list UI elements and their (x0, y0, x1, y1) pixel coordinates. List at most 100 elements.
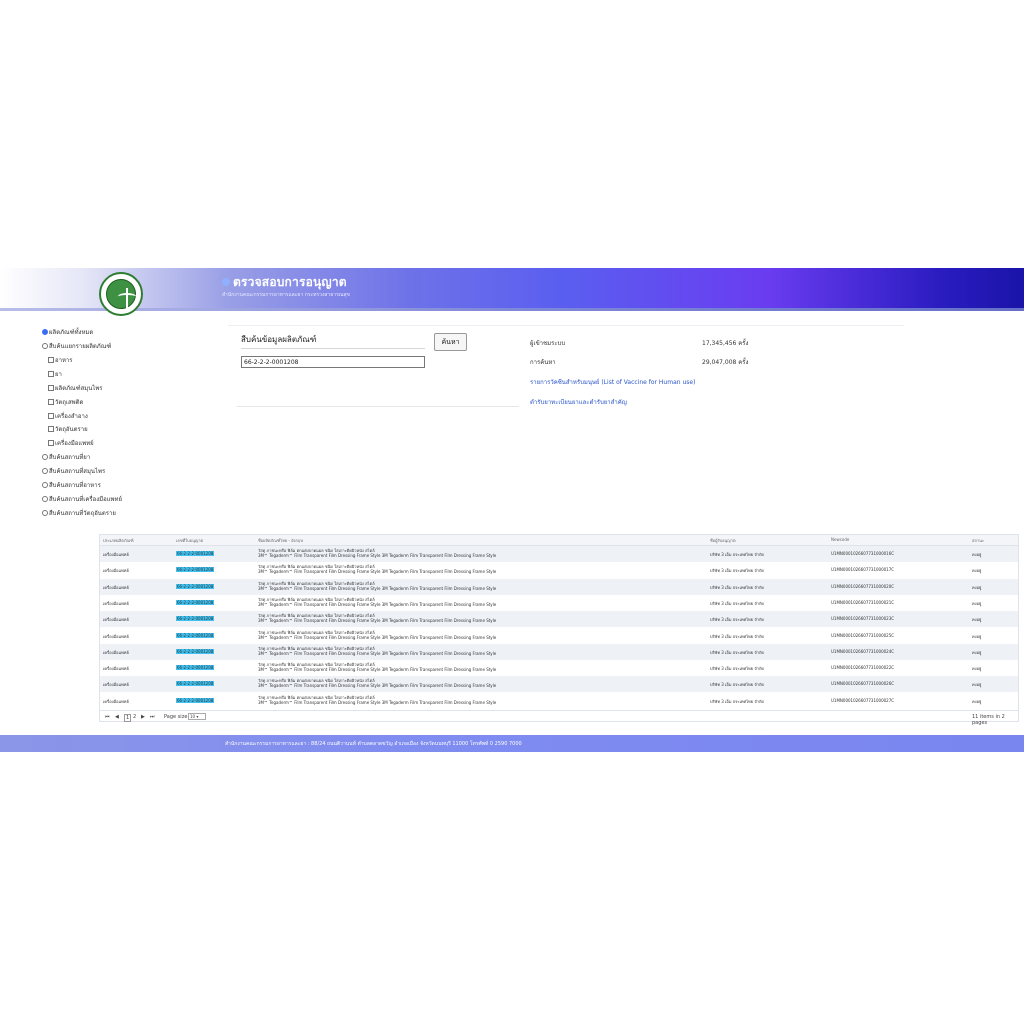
cell-status: คงอยู่ (972, 617, 982, 623)
sidebar-item-hazardous[interactable]: วัตถุอันตราย (48, 424, 88, 434)
sidebar-item-cosmetic[interactable]: เครื่องสำอาง (48, 411, 88, 421)
table-row[interactable]: เครื่องมือแพทย์ 66-2-2-2-0001208 วัสดุ ภาช… (100, 611, 1018, 628)
content-divider (228, 325, 904, 326)
cell-newcode: U1MN0001026607731000021C (831, 599, 895, 605)
cell-type: เครื่องมือแพทย์ (103, 698, 129, 704)
sidebar-item-device-place[interactable]: สืบค้นสถานที่เครื่องมือแพทย์ (42, 494, 122, 504)
cell-status: คงอยู่ (972, 568, 982, 574)
cell-type: เครื่องมือแพทย์ (103, 600, 129, 606)
table-row[interactable]: เครื่องมือแพทย์ 66-2-2-2-0001208 วัสดุ ภาช… (100, 693, 1018, 709)
cell-newcode: U1MN0001026607731000022C (831, 665, 895, 671)
page-title: ตรวจสอบการอนุญาต (233, 275, 347, 289)
table-row[interactable]: เครื่องมือแพทย์ 66-2-2-2-0001208 วัสดุ ภาช… (100, 546, 1018, 562)
cell-status: คงอยู่ (972, 682, 982, 688)
sidebar-item-food-place[interactable]: สืบค้นสถานที่อาหาร (42, 480, 101, 490)
header-license-no[interactable]: เลขที่ใบอนุญาต (176, 537, 203, 544)
table-row[interactable]: เครื่องมือแพทย์ 66-2-2-2-0001208 วัสดุ ภาช… (100, 660, 1018, 676)
cell-status: คงอยู่ (972, 666, 982, 672)
table-row[interactable]: เครื่องมือแพทย์ 66-2-2-2-0001208 วัสดุ ภาช… (100, 562, 1018, 578)
cell-holder: บริษัท 3 เอ็ม ประเทศไทย จำกัด (710, 600, 764, 606)
search-divider (237, 406, 519, 407)
cell-type: เครื่องมือแพทย์ (103, 584, 129, 590)
cell-holder: บริษัท 3 เอ็ม ประเทศไทย จำกัด (710, 568, 764, 574)
results-table: ประเภทผลิตภัณฑ์ เลขที่ใบอนุญาต ชื่อผลิตภ… (99, 534, 1019, 726)
checkbox-icon (48, 426, 54, 432)
sidebar-item-medical-device[interactable]: เครื่องมือแพทย์ (48, 438, 94, 448)
sidebar-item-narcotic[interactable]: วัตถุเสพติด (48, 397, 83, 407)
cell-license: 66-2-2-2-0001208 (176, 599, 215, 605)
checkbox-icon (48, 399, 54, 405)
header-holder[interactable]: ชื่อผู้รับอนุญาต (710, 537, 736, 544)
cell-status: คงอยู่ (972, 649, 982, 655)
next-page-icon[interactable]: ▶ (141, 714, 145, 720)
header-product-name[interactable]: ชื่อผลิตภัณฑ์ไทย - อังกฤษ (258, 537, 303, 544)
page-size-select[interactable]: 10 ▾ (188, 713, 206, 720)
radio-icon (42, 496, 48, 502)
cell-holder: บริษัท 3 เอ็ม ประเทศไทย จำกัด (710, 666, 764, 672)
cell-name-en: 3M™ Tegaderm™ Film Transparent Film Dres… (258, 683, 497, 689)
radio-icon (42, 454, 48, 460)
cell-name-en: 3M™ Tegaderm™ Film Transparent Film Dres… (258, 601, 497, 607)
cell-status: คงอยู่ (972, 698, 982, 704)
page-subtitle: สำนักงานคณะกรรมการอาหารและยา กระทรวงสาธา… (222, 292, 350, 298)
checkbox-icon (48, 371, 54, 377)
table-row[interactable]: เครื่องมือแพทย์ 66-2-2-2-0001208 วัสดุ ภาช… (100, 595, 1018, 611)
header-newcode[interactable]: Newcode (831, 537, 849, 542)
cell-type: เครื่องมือแพทย์ (103, 682, 129, 688)
table-header: ประเภทผลิตภัณฑ์ เลขที่ใบอนุญาต ชื่อผลิตภ… (100, 535, 1018, 546)
cell-name-en: 3M™ Tegaderm™ Film Transparent Film Dres… (258, 667, 497, 673)
searches-value: 29,047,008 ครั้ง (702, 359, 749, 366)
prev-page-icon[interactable]: ◀ (115, 714, 119, 720)
page-1[interactable]: 1 (124, 714, 132, 722)
cell-newcode: U1MN0001026607731000017C (831, 567, 895, 573)
sidebar-item-hazardous-place[interactable]: สืบค้นสถานที่วัตถุอันตราย (42, 508, 116, 518)
cell-type: เครื่องมือแพทย์ (103, 568, 129, 574)
cell-holder: บริษัท 3 เอ็ม ประเทศไทย จำกัด (710, 698, 764, 704)
checkbox-icon (48, 440, 54, 446)
searches-label: การค้นหา (530, 359, 556, 366)
vaccine-list-link[interactable]: รายการวัคซีนสำหรับมนุษย์ (List of Vaccin… (530, 377, 695, 387)
last-page-icon[interactable]: ⏭ (150, 714, 155, 720)
search-input[interactable] (241, 356, 425, 368)
footer: สำนักงานคณะกรรมการอาหารและยา : 88/24 ถนน… (0, 735, 1024, 752)
table-row[interactable]: เครื่องมือแพทย์ 66-2-2-2-0001208 วัสดุ ภาช… (100, 676, 1018, 693)
visitors-label: ผู้เข้าชมระบบ (530, 340, 566, 347)
checkbox-icon (48, 385, 54, 391)
cell-newcode: U1MN0001026607731000026C (831, 681, 895, 687)
table-row[interactable]: เครื่องมือแพทย์ 66-2-2-2-0001208 วัสดุ ภาช… (100, 578, 1018, 595)
header-divider (0, 308, 1024, 311)
sidebar-item-herbal-place[interactable]: สืบค้นสถานที่สมุนไพร (42, 466, 105, 476)
cell-holder: บริษัท 3 เอ็ม ประเทศไทย จำกัด (710, 682, 764, 688)
cell-status: คงอยู่ (972, 552, 982, 557)
cell-holder: บริษัท 3 เอ็ม ประเทศไทย จำกัด (710, 649, 764, 655)
radio-icon (42, 468, 48, 474)
cell-license: 66-2-2-2-0001208 (176, 681, 215, 687)
sidebar-item-herbal[interactable]: ผลิตภัณฑ์สมุนไพร (48, 383, 103, 393)
footer-address: สำนักงานคณะกรรมการอาหารและยา : 88/24 ถนน… (225, 741, 522, 747)
first-page-icon[interactable]: ⏮ (105, 714, 110, 720)
drug-registry-link[interactable]: ตำรับยาทะเบียนยาและตำรับยาสำคัญ (530, 397, 627, 407)
cell-status: คงอยู่ (972, 600, 982, 606)
table-row[interactable]: เครื่องมือแพทย์ 66-2-2-2-0001208 วัสดุ ภาช… (100, 643, 1018, 660)
search-label-underline (241, 348, 425, 349)
sidebar-item-drug[interactable]: ยา (48, 369, 62, 379)
sidebar-item-by-product[interactable]: สืบค้นแยกรายผลิตภัณฑ์ (42, 341, 111, 351)
checkbox-icon (48, 413, 54, 419)
header-status[interactable]: สถานะ (972, 537, 984, 544)
cell-type: เครื่องมือแพทย์ (103, 666, 129, 672)
cell-holder: บริษัท 3 เอ็ม ประเทศไทย จำกัด (710, 633, 764, 639)
header-banner (0, 268, 1024, 308)
cell-type: เครื่องมือแพทย์ (103, 617, 129, 623)
header-product-type[interactable]: ประเภทผลิตภัณฑ์ (103, 537, 134, 544)
cell-holder: บริษัท 3 เอ็ม ประเทศไทย จำกัด (710, 552, 764, 557)
sidebar-item-all-products[interactable]: ผลิตภัณฑ์ทั้งหมด (42, 327, 93, 337)
table-row[interactable]: เครื่องมือแพทย์ 66-2-2-2-0001208 วัสดุ ภาช… (100, 628, 1018, 644)
search-button[interactable]: ค้นหา (434, 333, 467, 351)
radio-icon (42, 482, 48, 488)
page-size-label: Page size: (164, 714, 190, 720)
sidebar-item-drug-place[interactable]: สืบค้นสถานที่ยา (42, 452, 90, 462)
cell-type: เครื่องมือแพทย์ (103, 649, 129, 655)
sidebar-item-food[interactable]: อาหาร (48, 355, 73, 365)
cell-license: 66-2-2-2-0001208 (176, 697, 215, 703)
page-2[interactable]: 2 (133, 714, 136, 720)
